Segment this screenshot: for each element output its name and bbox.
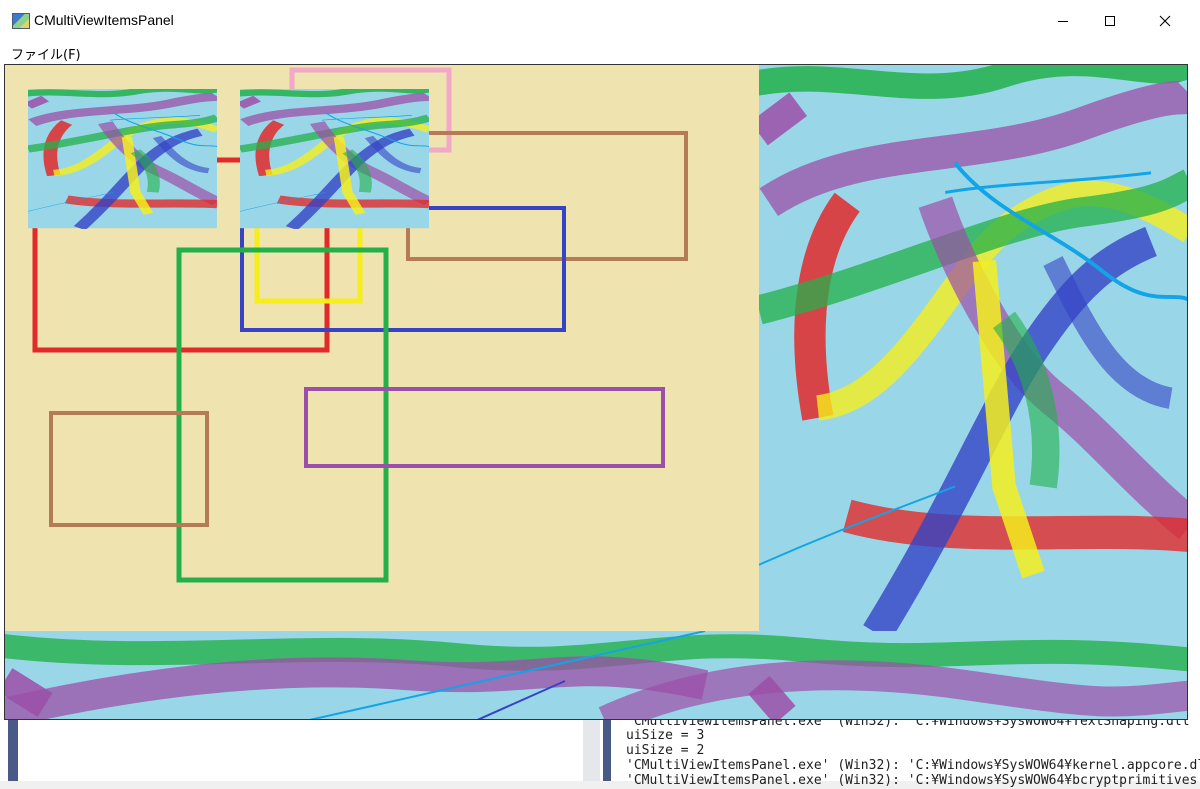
window-title: CMultiViewItemsPanel [34,12,174,28]
close-icon [1159,15,1171,27]
app-window: CMultiViewItemsPanel ファイル(F) [0,0,1200,720]
maximize-button[interactable] [1087,0,1133,42]
panel-canvas[interactable] [5,65,1188,720]
image-view-right[interactable] [749,65,1188,633]
menu-file[interactable]: ファイル(F) [11,44,81,63]
output-line: 'CMultiViewItemsPanel.exe' (Win32): 'C:¥… [626,758,1200,773]
output-line: 'CMultiViewItemsPanel.exe' (Win32): 'C:¥… [626,773,1200,788]
thumbnail-item-1[interactable] [24,89,218,229]
menu-bar: ファイル(F) [0,42,1200,64]
maximize-icon [1105,16,1115,26]
background-editor [0,720,600,781]
output-line: uiSize = 2 [626,743,705,758]
background-gutter [8,720,18,781]
output-line: uiSize = 3 [626,728,705,743]
image-strip-bottom[interactable] [5,631,1188,720]
title-bar[interactable]: CMultiViewItemsPanel [0,0,1200,42]
output-pane-gutter [603,720,611,781]
minimize-button[interactable] [1040,0,1086,42]
thumbnail-item-2[interactable] [236,89,430,229]
background-splitter [583,720,600,781]
multi-view-items-panel[interactable] [4,64,1188,720]
app-icon [12,13,30,29]
close-button[interactable] [1142,0,1188,42]
minimize-icon [1058,21,1068,22]
